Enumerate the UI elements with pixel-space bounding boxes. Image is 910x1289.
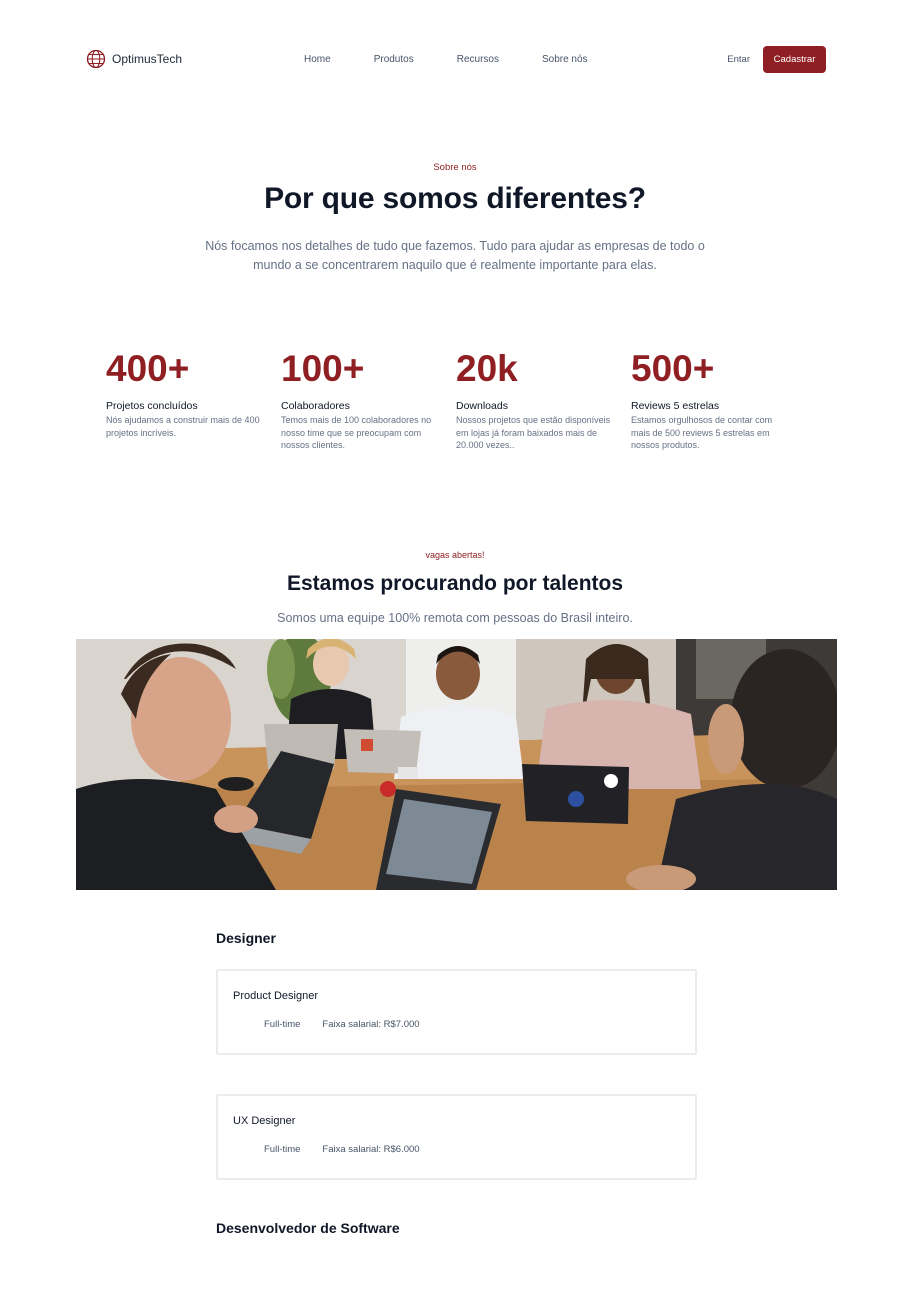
signup-button[interactable]: Cadastrar [763, 46, 826, 73]
top-navbar: OptimusTech Home Produtos Recursos Sobre… [86, 46, 826, 74]
login-link[interactable]: Entar [727, 54, 750, 65]
stats-grid: 400+ Projetos concluídos Nós ajudamos a … [106, 348, 806, 478]
careers-subtitle: Somos uma equipe 100% remota com pessoas… [277, 611, 633, 625]
stat-title: Projetos concluídos [106, 400, 198, 412]
main-menu: Home Produtos Recursos Sobre nós [304, 54, 588, 65]
stat-value: 100+ [281, 348, 365, 389]
stat-description: Estamos orgulhosos de contar com mais de… [631, 415, 773, 450]
nav-link-sobre-nos[interactable]: Sobre nós [542, 54, 588, 65]
job-salary: Faixa salarial: R$7.000 [322, 1019, 420, 1030]
globe-icon [86, 49, 106, 69]
stat-title: Downloads [456, 400, 508, 412]
stat-title: Reviews 5 estrelas [631, 400, 720, 412]
stat-item-downloads: 20k Downloads Nossos projetos que estão … [456, 348, 616, 452]
job-salary: Faixa salarial: R$6.000 [322, 1144, 420, 1155]
about-description: Nós focamos nos detalhes de tudo que faz… [205, 239, 705, 272]
team-photo [76, 639, 837, 890]
careers-title: Estamos procurando por talentos [286, 572, 624, 595]
stat-value: 20k [456, 348, 518, 389]
category-heading-designer: Designer [216, 930, 276, 946]
job-card[interactable]: UX Designer Full-time Faixa salarial: R$… [216, 1094, 697, 1180]
stat-description: Nós ajudamos a construir mais de 400 pro… [106, 415, 260, 438]
stat-title: Colaboradores [281, 400, 350, 412]
page-title: Por que somos diferentes? [264, 182, 646, 215]
nav-link-recursos[interactable]: Recursos [457, 54, 499, 65]
job-title: Product Designer [233, 990, 318, 1002]
job-type: Full-time [264, 1019, 301, 1030]
auth-actions: Entar Cadastrar [727, 46, 826, 73]
stat-description: Nossos projetos que estão disponíveis em… [456, 415, 611, 450]
job-title: UX Designer [233, 1115, 296, 1127]
job-type: Full-time [264, 1144, 301, 1155]
stat-item-projects: 400+ Projetos concluídos Nós ajudamos a … [106, 348, 266, 439]
category-heading-developer: Desenvolvedor de Software [216, 1220, 400, 1236]
stat-item-reviews: 500+ Reviews 5 estrelas Estamos orgulhos… [631, 348, 791, 452]
stat-description: Temos mais de 100 colaboradores no nosso… [281, 415, 432, 450]
about-eyebrow: Sobre nós [433, 162, 477, 173]
job-meta: Full-time Faixa salarial: R$6.000 [264, 1144, 420, 1155]
brand-name: OptimusTech [112, 52, 183, 66]
brand-logo[interactable]: OptimusTech [86, 49, 182, 69]
job-meta: Full-time Faixa salarial: R$7.000 [264, 1019, 420, 1030]
nav-link-produtos[interactable]: Produtos [374, 54, 414, 65]
stat-item-collaborators: 100+ Colaboradores Temos mais de 100 col… [281, 348, 441, 452]
nav-link-home[interactable]: Home [304, 54, 331, 65]
job-card[interactable]: Product Designer Full-time Faixa salaria… [216, 969, 697, 1055]
stat-value: 500+ [631, 348, 715, 389]
stat-value: 400+ [106, 348, 190, 389]
careers-eyebrow: vagas abertas! [425, 550, 485, 560]
